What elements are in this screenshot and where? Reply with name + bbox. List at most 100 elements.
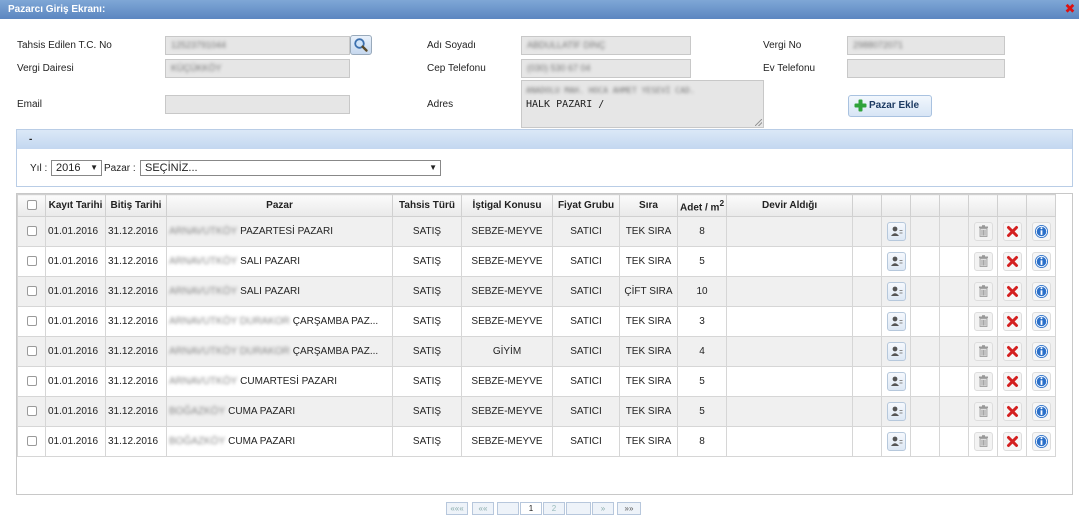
select-all-checkbox[interactable] xyxy=(26,200,37,211)
delete-x-icon[interactable] xyxy=(1002,252,1022,271)
row-select-cell[interactable] xyxy=(17,306,46,337)
home-phone-label: Ev Telefonu xyxy=(763,63,816,74)
table-row[interactable]: 01.01.2016 31.12.2016 ARNAVUTKÖY SALI PAZAR… xyxy=(17,246,1057,277)
person-card-icon[interactable] xyxy=(886,372,906,391)
person-card-icon[interactable] xyxy=(886,222,906,241)
col-header-devir[interactable]: Devir Aldığı xyxy=(726,194,854,217)
row-select-cell[interactable] xyxy=(17,366,46,397)
info-icon[interactable] xyxy=(1031,372,1051,391)
cell-phone-field[interactable]: (030) 530 67 04 xyxy=(521,59,691,78)
delete-x-icon[interactable] xyxy=(1002,402,1022,421)
col-header-fiyat[interactable]: Fiyat Grubu xyxy=(552,194,620,217)
search-button[interactable] xyxy=(350,35,372,55)
trash-icon[interactable] xyxy=(973,312,993,331)
col-header-sira[interactable]: Sıra xyxy=(619,194,678,217)
person-card-icon[interactable] xyxy=(886,342,906,361)
trash-icon[interactable] xyxy=(973,432,993,451)
row-select-cell[interactable] xyxy=(17,336,46,367)
tax-no-label: Vergi No xyxy=(763,40,802,51)
table-row[interactable]: 01.01.2016 31.12.2016 ARNAVUTKÖY SALI PAZAR… xyxy=(17,276,1057,307)
address-textarea[interactable]: ANADOLU MAH. HOCA AHMET YESEVİ CAD. HALK… xyxy=(521,80,764,128)
table-row[interactable]: 01.01.2016 31.12.2016 ARNAVUTKÖY DURAKOR ÇA… xyxy=(17,306,1057,337)
info-icon[interactable] xyxy=(1031,432,1051,451)
market-select[interactable]: SEÇİNİZ... ▼ xyxy=(140,160,441,176)
delete-x-icon[interactable] xyxy=(1002,222,1022,241)
cell-trash-action xyxy=(968,426,999,457)
row-select-cell[interactable] xyxy=(17,396,46,427)
col-header-kayit[interactable]: Kayıt Tarihi xyxy=(45,194,106,217)
pager-page-1[interactable]: 1 xyxy=(520,502,542,515)
pager-first-button[interactable]: ««« xyxy=(446,502,468,515)
info-icon[interactable] xyxy=(1031,222,1051,241)
row-checkbox[interactable] xyxy=(26,256,37,267)
person-card-icon[interactable] xyxy=(886,252,906,271)
row-checkbox[interactable] xyxy=(26,436,37,447)
email-field[interactable] xyxy=(165,95,350,114)
table-row[interactable]: 01.01.2016 31.12.2016 ARNAVUTKÖY CUMARTESİ … xyxy=(17,366,1057,397)
cell-info-action xyxy=(1026,276,1057,307)
col-header-istigal[interactable]: İştigal Konusu xyxy=(461,194,553,217)
select-all-header[interactable] xyxy=(17,194,46,217)
row-checkbox[interactable] xyxy=(26,316,37,327)
cell-empty xyxy=(852,246,883,277)
row-select-cell[interactable] xyxy=(17,246,46,277)
home-phone-field[interactable] xyxy=(847,59,1005,78)
person-card-icon[interactable] xyxy=(886,312,906,331)
row-checkbox[interactable] xyxy=(26,286,37,297)
cell-kayit: 01.01.2016 xyxy=(45,246,106,277)
market-name: ÇARŞAMBA PAZ... xyxy=(292,316,379,327)
tc-field[interactable]: 12523791044 xyxy=(165,36,350,55)
trash-icon[interactable] xyxy=(973,372,993,391)
close-icon[interactable]: ✖ xyxy=(1063,2,1077,16)
resize-handle-icon[interactable] xyxy=(755,119,762,126)
info-icon[interactable] xyxy=(1031,282,1051,301)
row-select-cell[interactable] xyxy=(17,216,46,247)
row-select-cell[interactable] xyxy=(17,276,46,307)
name-field[interactable]: ABDULLATİF DİNÇ xyxy=(521,36,691,55)
table-row[interactable]: 01.01.2016 31.12.2016 ARNAVUTKÖY DURAKOR ÇA… xyxy=(17,336,1057,367)
col-header-adet[interactable]: Adet / m2 xyxy=(676,194,728,217)
row-checkbox[interactable] xyxy=(26,346,37,357)
table-row[interactable]: 01.01.2016 31.12.2016 BOĞAZKÖY CUMA PAZARI S… xyxy=(17,426,1057,457)
pager-next-button[interactable]: » xyxy=(592,502,614,515)
tax-no-field[interactable]: 2988072071 xyxy=(847,36,1005,55)
info-icon[interactable] xyxy=(1031,342,1051,361)
trash-icon[interactable] xyxy=(973,402,993,421)
person-card-icon[interactable] xyxy=(886,402,906,421)
cell-devir xyxy=(726,366,854,397)
trash-icon[interactable] xyxy=(973,252,993,271)
delete-x-icon[interactable] xyxy=(1002,312,1022,331)
trash-icon[interactable] xyxy=(973,222,993,241)
add-market-button[interactable]: Pazar Ekle xyxy=(848,95,932,117)
table-row[interactable]: 01.01.2016 31.12.2016 ARNAVUTKÖY PAZARTESİ … xyxy=(17,216,1057,247)
year-select[interactable]: 2016 ▼ xyxy=(51,160,102,176)
person-card-icon[interactable] xyxy=(886,432,906,451)
pager-prev-button[interactable]: «« xyxy=(472,502,494,515)
row-checkbox[interactable] xyxy=(26,376,37,387)
table-row[interactable]: 01.01.2016 31.12.2016 BOĞAZKÖY CUMA PAZARI S… xyxy=(17,396,1057,427)
cell-empty xyxy=(852,336,883,367)
delete-x-icon[interactable] xyxy=(1002,342,1022,361)
cell-trash-action xyxy=(968,366,999,397)
row-checkbox[interactable] xyxy=(26,226,37,237)
info-icon[interactable] xyxy=(1031,312,1051,331)
tax-office-field[interactable]: KÜÇÜKKÖY xyxy=(165,59,350,78)
col-header-bitis[interactable]: Bitiş Tarihi xyxy=(105,194,167,217)
cell-adet: 10 xyxy=(676,276,728,307)
row-select-cell[interactable] xyxy=(17,426,46,457)
row-checkbox[interactable] xyxy=(26,406,37,417)
pager-last-button[interactable]: »» xyxy=(617,502,641,515)
delete-x-icon[interactable] xyxy=(1002,432,1022,451)
col-header-tahsis[interactable]: Tahsis Türü xyxy=(392,194,462,217)
delete-x-icon[interactable] xyxy=(1002,282,1022,301)
info-icon[interactable] xyxy=(1031,402,1051,421)
cell-bitis: 31.12.2016 xyxy=(105,426,167,457)
person-card-icon[interactable] xyxy=(886,282,906,301)
pager-page-2[interactable]: 2 xyxy=(543,502,565,515)
trash-icon[interactable] xyxy=(973,282,993,301)
trash-icon[interactable] xyxy=(973,342,993,361)
col-header-pazar[interactable]: Pazar xyxy=(166,194,393,217)
info-icon[interactable] xyxy=(1031,252,1051,271)
panel-header[interactable]: - xyxy=(17,130,1072,149)
delete-x-icon[interactable] xyxy=(1002,372,1022,391)
